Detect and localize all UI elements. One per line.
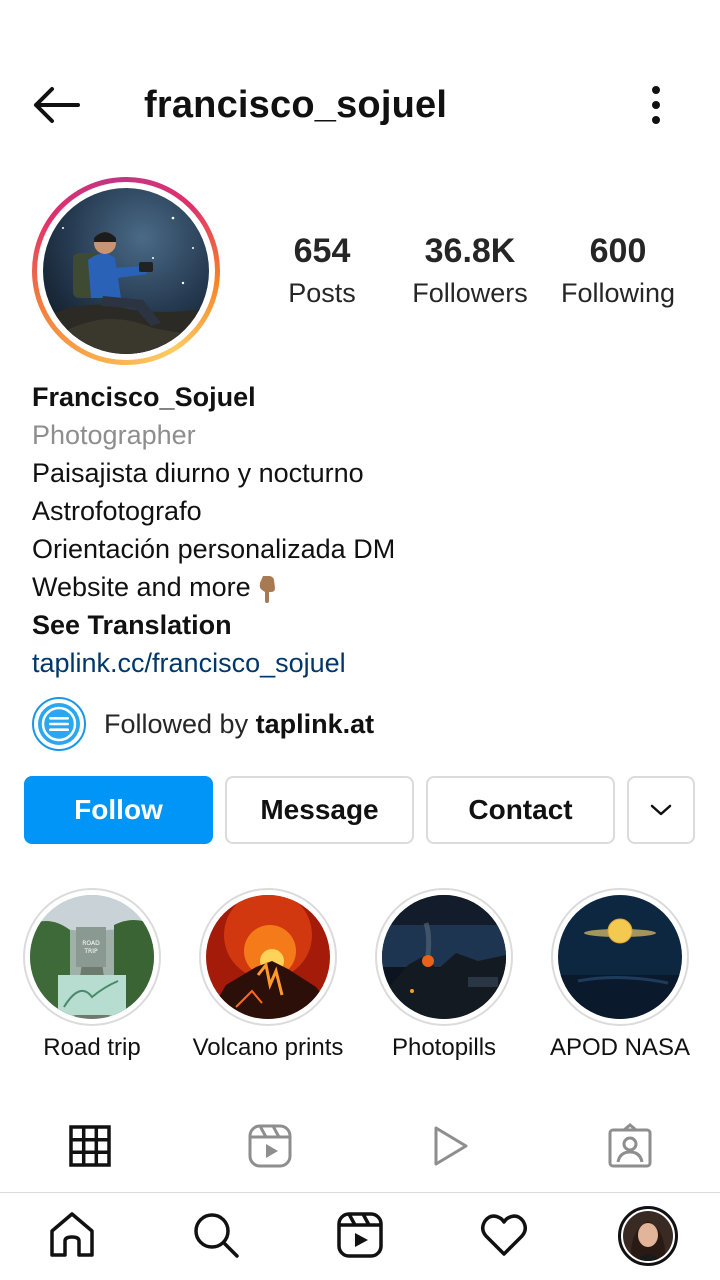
profile-content-tabs <box>0 1112 720 1192</box>
followed-by-prefix: Followed by <box>104 709 256 739</box>
highlight-item[interactable]: Photopills <box>356 888 532 1062</box>
highlight-item-partial[interactable] <box>708 888 720 1026</box>
highlight-item[interactable]: APOD NASA <box>532 888 708 1062</box>
more-vertical-icon[interactable] <box>640 82 672 128</box>
following-count: 600 <box>589 232 647 270</box>
tagged-icon[interactable] <box>606 1122 654 1170</box>
followers-stat[interactable]: 36.8K Followers <box>406 231 534 313</box>
highlight-cover: ROAD TRIP <box>30 895 154 1019</box>
followed-by-account[interactable]: taplink.at <box>256 709 375 739</box>
svg-text:TRIP: TRIP <box>83 948 98 955</box>
video-play-icon[interactable] <box>426 1122 474 1170</box>
message-button[interactable]: Message <box>225 776 414 844</box>
reels-icon[interactable] <box>334 1209 386 1261</box>
profile-avatar-story-ring[interactable] <box>32 177 220 365</box>
svg-text:ROAD: ROAD <box>82 940 100 947</box>
suggested-accounts-button[interactable] <box>627 776 695 844</box>
grid-icon[interactable] <box>66 1122 114 1170</box>
highlight-label: Photopills <box>391 1034 497 1061</box>
bio-line: Website and more <box>32 572 251 602</box>
home-icon[interactable] <box>46 1209 98 1261</box>
display-name: Francisco_Sojuel <box>32 382 256 412</box>
category-label: Photographer <box>32 420 196 450</box>
story-highlights: ROAD TRIP Road trip Volcano prints Photo… <box>0 888 720 1078</box>
highlight-label: Volcano prints <box>192 1034 344 1061</box>
highlight-label: Road trip <box>43 1034 141 1061</box>
posts-label: Posts <box>288 278 356 308</box>
bio-line: Paisajista diurno y nocturno <box>32 458 364 488</box>
highlight-label: APOD NASA <box>549 1034 691 1061</box>
contact-button[interactable]: Contact <box>426 776 615 844</box>
reels-icon[interactable] <box>246 1122 294 1170</box>
profile-tab-avatar[interactable] <box>618 1206 678 1266</box>
followed-by-row[interactable]: Followed by taplink.at <box>32 697 692 753</box>
following-stat[interactable]: 600 Following <box>554 231 682 313</box>
bio-line: Orientación personalizada DM <box>32 534 396 564</box>
bio-line-with-emoji: Website and more <box>32 568 692 606</box>
taplink-avatar-icon <box>32 697 86 751</box>
search-icon[interactable] <box>190 1209 242 1261</box>
followed-by-text: Followed by taplink.at <box>104 709 374 740</box>
highlight-cover <box>206 895 330 1019</box>
see-translation-link[interactable]: See Translation <box>32 606 692 644</box>
followers-count: 36.8K <box>424 232 516 270</box>
chevron-down-icon <box>650 804 672 816</box>
profile-avatar <box>43 188 209 354</box>
follow-button[interactable]: Follow <box>24 776 213 844</box>
highlight-cover <box>382 895 506 1019</box>
highlight-cover <box>558 895 682 1019</box>
pointing-down-emoji-icon <box>259 575 275 603</box>
profile-username: francisco_sojuel <box>144 84 448 126</box>
posts-stat[interactable]: 654 Posts <box>280 231 364 313</box>
posts-count: 654 <box>293 232 351 270</box>
heart-icon[interactable] <box>478 1209 530 1261</box>
arrow-left-icon[interactable] <box>30 82 82 128</box>
bottom-nav <box>0 1193 720 1280</box>
profile-header: 654 Posts 36.8K Followers 600 Following <box>0 175 720 365</box>
following-label: Following <box>560 278 676 308</box>
profile-bio: Francisco_Sojuel Photographer Paisajista… <box>32 378 692 682</box>
highlight-item[interactable]: ROAD TRIP Road trip <box>4 888 180 1062</box>
highlight-item[interactable]: Volcano prints <box>180 888 356 1062</box>
bio-website-link[interactable]: taplink.cc/francisco_sojuel <box>32 644 692 682</box>
followers-label: Followers <box>412 278 528 308</box>
bio-line: Astrofotografo <box>32 496 202 526</box>
top-bar: francisco_sojuel <box>0 60 720 150</box>
